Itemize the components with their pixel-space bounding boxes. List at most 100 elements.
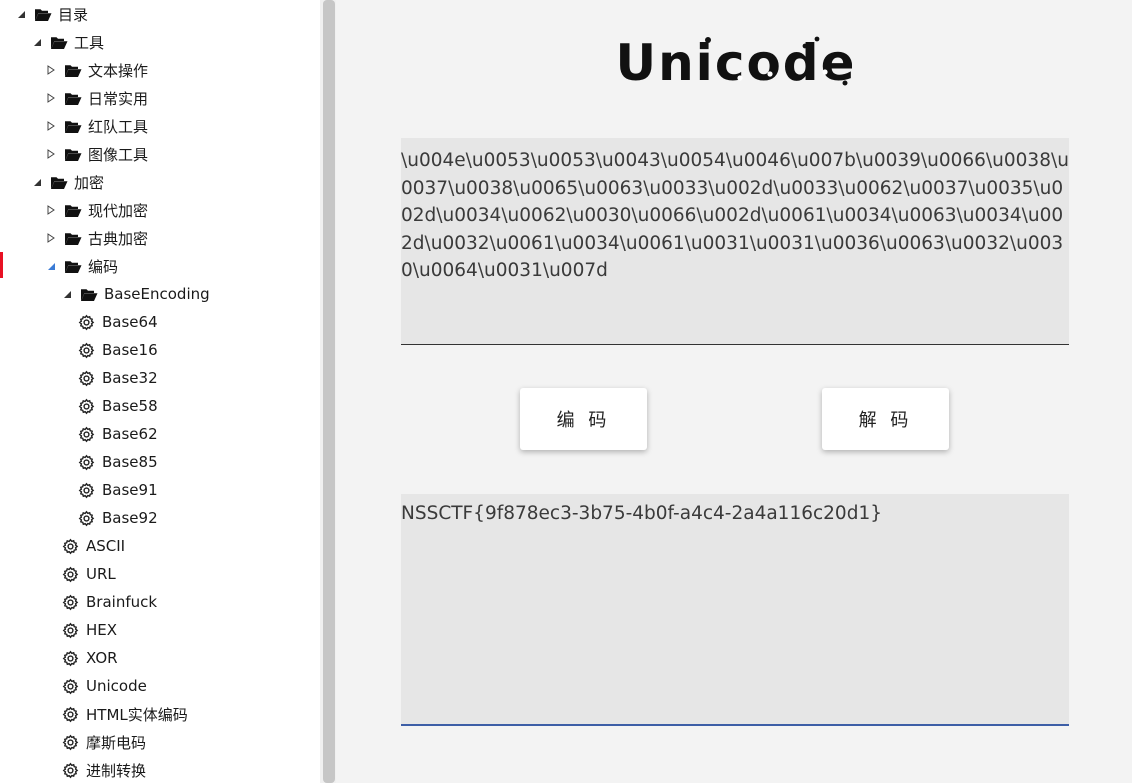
tree-item-label: 加密 bbox=[74, 173, 105, 192]
tree-item-label: Base32 bbox=[102, 369, 158, 387]
tree-item[interactable]: Base58 bbox=[76, 392, 158, 420]
output-textbox[interactable]: NSSCTF{9f878ec3-3b75-4b0f-a4c4-2a4a116c2… bbox=[401, 494, 1069, 726]
gear-icon bbox=[78, 314, 95, 330]
expand-arrow-icon[interactable] bbox=[14, 0, 28, 28]
tree-item[interactable]: Base85 bbox=[76, 448, 158, 476]
tree-item-label: 红队工具 bbox=[88, 117, 149, 136]
tree-item[interactable]: Base64 bbox=[76, 308, 158, 336]
expand-arrow-icon[interactable] bbox=[44, 252, 58, 280]
collapse-arrow-icon[interactable] bbox=[44, 112, 58, 140]
collapse-arrow-icon[interactable] bbox=[44, 84, 58, 112]
expand-arrow-icon[interactable] bbox=[60, 280, 74, 308]
input-text[interactable]: \u004e\u0053\u0053\u0043\u0054\u0046\u00… bbox=[401, 147, 1069, 285]
tree-item[interactable]: 进制转换 bbox=[60, 756, 146, 783]
tree-item-label: 图像工具 bbox=[88, 145, 149, 164]
tree-item-label: HTML实体编码 bbox=[86, 705, 188, 724]
tree-item[interactable]: 编码 bbox=[44, 252, 118, 280]
tree-item[interactable]: 工具 bbox=[30, 28, 104, 56]
gear-icon bbox=[78, 454, 95, 470]
folder-open-icon bbox=[51, 36, 68, 49]
tree-item-label: 工具 bbox=[74, 33, 105, 52]
input-textbox[interactable]: \u004e\u0053\u0053\u0043\u0054\u0046\u00… bbox=[401, 138, 1069, 345]
tree-item-label: Brainfuck bbox=[86, 593, 158, 611]
tree-item[interactable]: BaseEncoding bbox=[60, 280, 210, 308]
gear-icon bbox=[78, 510, 95, 526]
tree-item-label: 编码 bbox=[88, 257, 119, 276]
gear-icon bbox=[78, 482, 95, 498]
tree-item-label: 文本操作 bbox=[88, 61, 149, 80]
tree-item-label: Base16 bbox=[102, 341, 158, 359]
tree-item[interactable]: XOR bbox=[60, 644, 118, 672]
gear-icon bbox=[78, 370, 95, 386]
folder-open-icon bbox=[65, 260, 82, 273]
page-title: Unicode bbox=[620, 34, 852, 92]
expand-arrow-icon[interactable] bbox=[30, 28, 44, 56]
tree-item[interactable]: Base16 bbox=[76, 336, 158, 364]
tree-item-label: Base92 bbox=[102, 509, 158, 527]
tree-item[interactable]: 摩斯电码 bbox=[60, 728, 146, 756]
gear-icon bbox=[62, 566, 79, 582]
tree-item[interactable]: Base62 bbox=[76, 420, 158, 448]
tree-item[interactable]: 目录 bbox=[14, 0, 88, 28]
tree-item[interactable]: URL bbox=[60, 560, 116, 588]
tree-item[interactable]: Base32 bbox=[76, 364, 158, 392]
folder-open-icon bbox=[51, 176, 68, 189]
unicode-title-logo: Unicode bbox=[620, 34, 852, 92]
tree-item[interactable]: 古典加密 bbox=[44, 224, 148, 252]
folder-open-icon bbox=[65, 204, 82, 217]
gear-icon bbox=[78, 426, 95, 442]
tree-item[interactable]: 日常实用 bbox=[44, 84, 148, 112]
tree-item[interactable]: ASCII bbox=[60, 532, 125, 560]
tree-item-label: Base62 bbox=[102, 425, 158, 443]
navigation-tree: 目录工具文本操作日常实用红队工具图像工具加密现代加密 古典加密编码 BaseEnco… bbox=[0, 0, 320, 783]
gear-icon bbox=[62, 650, 79, 666]
folder-open-icon bbox=[81, 288, 98, 301]
tree-item[interactable]: HTML实体编码 bbox=[60, 700, 188, 728]
collapse-arrow-icon[interactable] bbox=[44, 140, 58, 168]
tree-item[interactable]: 现代加密 bbox=[44, 196, 148, 224]
folder-open-icon bbox=[65, 64, 82, 77]
tree-item[interactable]: Brainfuck bbox=[60, 588, 157, 616]
tree-item[interactable]: Unicode bbox=[60, 672, 147, 700]
tree-item-label: HEX bbox=[86, 621, 118, 639]
output-text[interactable]: NSSCTF{9f878ec3-3b75-4b0f-a4c4-2a4a116c2… bbox=[401, 503, 882, 524]
tree-item-label: Base64 bbox=[102, 313, 158, 331]
gear-icon bbox=[78, 398, 95, 414]
tree-scrollbar[interactable] bbox=[320, 0, 336, 783]
selection-indicator bbox=[0, 252, 3, 278]
decode-button[interactable]: 解 码 bbox=[822, 388, 949, 450]
tree-item[interactable]: 图像工具 bbox=[44, 140, 148, 168]
tree-item[interactable]: 加密 bbox=[30, 168, 104, 196]
gear-icon bbox=[78, 342, 95, 358]
encode-button[interactable]: 编 码 bbox=[520, 388, 647, 450]
tree-item-label: BaseEncoding bbox=[104, 285, 210, 303]
gear-icon bbox=[62, 538, 79, 554]
tree-item-label: URL bbox=[86, 565, 116, 583]
expand-arrow-icon[interactable] bbox=[30, 168, 44, 196]
gear-icon bbox=[62, 594, 79, 610]
tree-item[interactable]: Base92 bbox=[76, 504, 158, 532]
collapse-arrow-icon[interactable] bbox=[44, 224, 58, 252]
collapse-arrow-icon[interactable] bbox=[44, 196, 58, 224]
gear-icon bbox=[62, 706, 79, 722]
tree-item[interactable]: Base91 bbox=[76, 476, 158, 504]
gear-icon bbox=[62, 678, 79, 694]
tree-item-label: Base85 bbox=[102, 453, 158, 471]
folder-open-icon bbox=[65, 120, 82, 133]
folder-open-icon bbox=[65, 148, 82, 161]
tree-item[interactable]: HEX bbox=[60, 616, 117, 644]
gear-icon bbox=[62, 762, 79, 778]
gear-icon bbox=[62, 734, 79, 750]
folder-open-icon bbox=[65, 92, 82, 105]
tree-item-label: ASCII bbox=[86, 537, 126, 555]
folder-open-icon bbox=[35, 8, 52, 21]
gear-icon bbox=[62, 622, 79, 638]
tree-item-label: 日常实用 bbox=[88, 89, 149, 108]
tree-item-label: 目录 bbox=[58, 5, 89, 24]
tree-item[interactable]: 红队工具 bbox=[44, 112, 148, 140]
tree-item-label: 进制转换 bbox=[86, 761, 147, 780]
tree-item[interactable]: 文本操作 bbox=[44, 56, 148, 84]
scrollbar-thumb[interactable] bbox=[323, 0, 335, 783]
tree-item-label: Base58 bbox=[102, 397, 158, 415]
collapse-arrow-icon[interactable] bbox=[44, 56, 58, 84]
